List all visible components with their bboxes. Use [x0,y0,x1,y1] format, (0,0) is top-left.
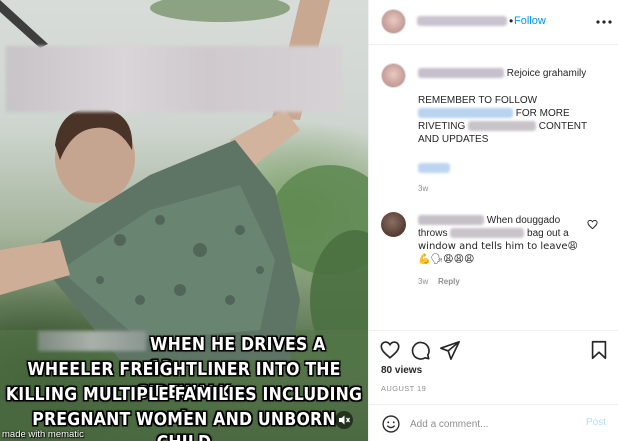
follow-button[interactable]: Follow [514,15,546,27]
comment-line-3: window and tells him to leave😩 [418,241,578,252]
caption-line-updates: AND UPDATES [418,134,489,145]
caption-line-2: FOR MORE [418,107,570,120]
caption-hashtag-line [418,162,450,175]
post-comment-button[interactable]: Post [586,417,606,428]
post-sidebar: • Follow Rejoice grahamily REMEMBER TO F… [368,0,618,441]
caption-line-3: RIVETING CONTENT [418,120,587,133]
author-username-redacted[interactable] [417,16,507,26]
comment-bubble-icon[interactable] [409,339,431,361]
comment-text-2b: bag out a [527,228,569,239]
commenter-avatar[interactable] [381,212,406,237]
paper-plane-icon[interactable] [439,339,461,361]
view-count[interactable]: 80 views [381,365,422,376]
speaker-muted-icon[interactable] [334,410,354,430]
comment-line-1: When douggado [418,214,560,227]
comment-text-2a: throws [418,228,448,239]
post-date: AUGUST 19 [381,384,427,393]
header-separator: • [509,14,514,28]
comment-line-2: throws bag out a [418,227,569,240]
smiley-icon[interactable] [381,414,401,434]
caption-hashtag-redacted[interactable] [418,163,450,174]
caption-author-avatar[interactable] [381,63,406,88]
author-avatar[interactable] [381,9,406,34]
censored-banner [6,46,342,112]
caption-age: 3w [418,184,429,193]
reply-button[interactable]: Reply [438,277,460,286]
action-bar [369,330,618,370]
like-heart-icon[interactable] [379,339,401,361]
post-video[interactable]: WHEN HE DRIVES A 13 WHEELER FREIGHTLINER… [0,0,368,441]
caption-line-follow: REMEMBER TO FOLLOW [418,95,538,106]
censored-tag [38,331,146,351]
comment-text-1: When douggado [486,215,561,226]
caption-line-2-text: FOR MORE [515,108,570,119]
comment-like-heart-icon[interactable] [587,219,598,230]
caption-word-redacted [468,121,537,132]
post-header: • Follow [369,0,618,45]
caption-line-3-text-b: CONTENT [538,121,588,132]
caption-text: Rejoice grahamily [506,68,587,79]
add-comment-bar: Post [369,404,618,441]
caption-mention-redacted[interactable] [418,108,513,119]
add-comment-input[interactable] [410,416,570,432]
caption-first-line: Rejoice grahamily [418,67,586,80]
commenter-username-redacted[interactable] [418,215,484,226]
caption-username-redacted[interactable] [418,68,504,79]
mematic-watermark: made with mematic [2,429,84,440]
caption-line-3-text-a: RIVETING [418,121,466,132]
comment-mention-redacted [450,228,525,239]
comment-age: 3w [418,277,429,286]
bookmark-icon[interactable] [588,339,610,361]
ellipsis-icon[interactable] [594,12,614,32]
comment-emoji-line: 💪🗣😩😩😩 [418,254,475,265]
